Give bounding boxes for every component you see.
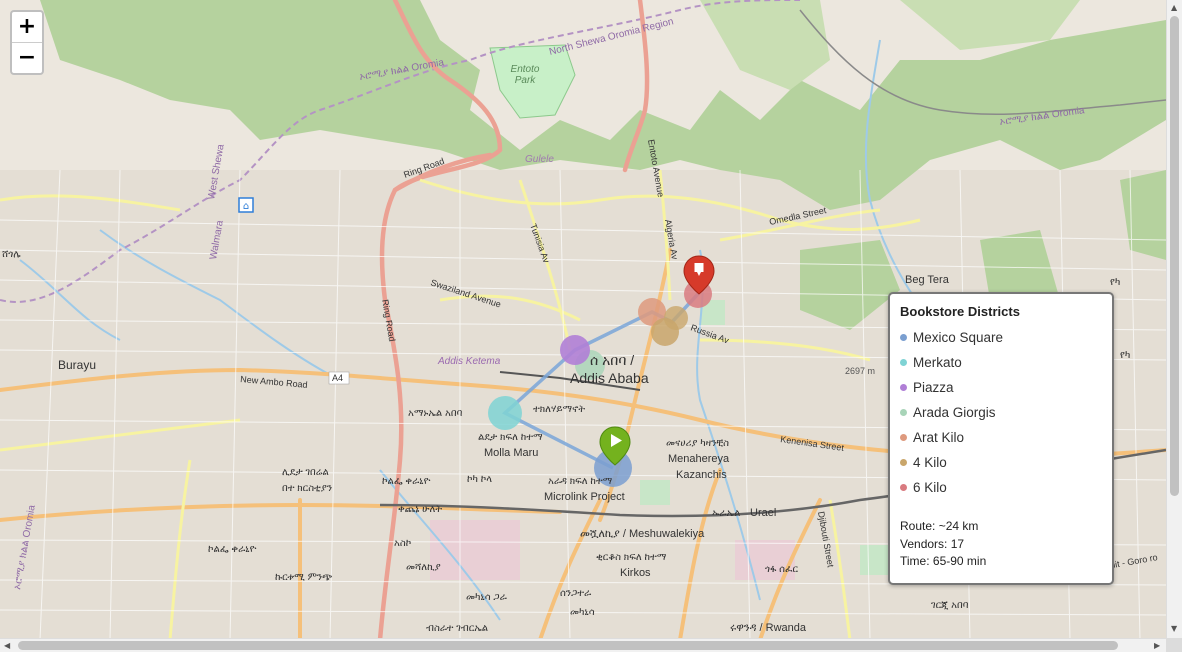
route-stat: Route: ~24 km [900, 519, 979, 533]
label-asko: አስኮ [394, 538, 412, 549]
label-kera: ቀጨኔ ሁለት [398, 504, 442, 515]
legend-item-label: Piazza [913, 380, 954, 395]
label-addis-am: ሰ አበባ / [590, 352, 634, 368]
label-addis-ketema: Addis Ketema [437, 356, 501, 367]
label-urael-am: ኡራኤል [712, 508, 740, 519]
legend-title: Bookstore Districts [900, 304, 1020, 319]
label-beg-tera: Beg Tera [905, 274, 950, 286]
label-kazanchis: Kazanchis [676, 469, 727, 481]
label-bole-rwanda: ሩዋንዳ / Rwanda [730, 622, 807, 634]
label-gulele: Gulele [525, 154, 554, 165]
legend-item-label: Arat Kilo [913, 430, 965, 445]
vertical-scrollbar[interactable]: ▲ ▼ [1166, 0, 1182, 638]
legend-stats: Route: ~24 km Vendors: 17 Time: 65-90 mi… [900, 518, 1102, 571]
label-burayu: Burayu [58, 358, 96, 372]
label-entoto-park: Entoto [511, 64, 540, 75]
time-stat: Time: 65-90 min [900, 554, 987, 568]
zoom-control: + − [10, 10, 44, 75]
legend-swatch-icon [900, 334, 907, 341]
legend-panel: Bookstore Districts Mexico Square Merkato… [888, 292, 1114, 585]
label-mesalemia: መሻለኪያ [406, 562, 441, 573]
horizontal-scrollbar[interactable]: ◀ ▶ [0, 638, 1166, 652]
legend-swatch-icon [900, 434, 907, 441]
label-elevation: 2697 m [845, 366, 875, 376]
label-menahereya-am: መናሀሪያ ካዛንቺስ [666, 438, 729, 449]
label-a4: A4 [332, 373, 343, 383]
label-kolfe-short: ኮልፌ ቀራኒዮ [382, 476, 431, 487]
label-sebeta: ሸጎሌ [2, 249, 21, 260]
legend-items: Mexico Square Merkato Piazza Arada Giorgis A… [900, 325, 1102, 500]
legend-item-label: 4 Kilo [913, 455, 947, 470]
label-kirkos-am: ቂርቆስ ክፍለ ከተማ [596, 552, 667, 563]
legend-item-label: 6 Kilo [913, 480, 947, 495]
legend-item-label: Arada Giorgis [913, 405, 996, 420]
label-sengatera: ሰንጋተራ [560, 588, 592, 599]
district-marker-4-kilo-b[interactable] [664, 306, 688, 330]
label-yeka: የካ [1110, 277, 1120, 288]
legend-item: Arat Kilo [900, 425, 1102, 450]
label-gerji: ገርጂ አበባ [931, 600, 969, 611]
label-kurkum: ኩርቱሚ ምንጭ [275, 572, 332, 583]
horizontal-scroll-thumb[interactable] [18, 641, 1118, 650]
legend-item: 6 Kilo [900, 475, 1102, 500]
label-gofa: ጎፋ ሰፈር [765, 564, 799, 575]
label-bulbula: ብስራተ ገብርኤል [426, 623, 488, 634]
legend-swatch-icon [900, 409, 907, 416]
scroll-right-icon[interactable]: ▶ [1154, 642, 1160, 650]
scroll-up-icon[interactable]: ▲ [1171, 4, 1177, 12]
legend-item-label: Merkato [913, 355, 962, 370]
legend-item-label: Mexico Square [913, 330, 1004, 345]
legend-swatch-icon [900, 384, 907, 391]
label-entoto-park-2: Park [515, 75, 537, 86]
label-meshuwalekiya: መሿለኪያ / Meshuwalekiya [580, 528, 705, 540]
label-molla-en: Molla Maru [484, 447, 538, 459]
label-lideta: ሊደታ ገበሬል [282, 467, 329, 478]
zoom-in-button[interactable]: + [12, 12, 42, 43]
vertical-scroll-thumb[interactable] [1170, 16, 1179, 496]
label-arada-am: አራዳ ክፍለ ከተማ [548, 476, 613, 487]
district-marker-merkato[interactable] [488, 396, 522, 430]
label-urael: Urael [750, 507, 776, 519]
scrollbar-corner [1166, 638, 1182, 652]
vendors-stat: Vendors: 17 [900, 536, 965, 551]
svg-text:⌂: ⌂ [243, 201, 249, 212]
legend-swatch-icon [900, 459, 907, 466]
legend-item: Mexico Square [900, 325, 1102, 350]
label-kirkos: Kirkos [620, 567, 651, 579]
label-yeka2: የካ [1120, 350, 1130, 361]
legend-item: Piazza [900, 375, 1102, 400]
label-teklehaimanot: ተክለሃይማኖት [533, 404, 585, 415]
label-molla-am: ልደታ ክፍለ ከተማ [478, 432, 543, 443]
label-bete: በተ ክርስቲያን [282, 483, 332, 494]
label-addis-en: Addis Ababa [570, 370, 649, 386]
label-microlink: Microlink Project [544, 491, 625, 503]
label-mekanisa: መካኒሳ [570, 607, 595, 618]
legend-item: 4 Kilo [900, 450, 1102, 475]
label-kolfe: ኮልፌ ቀራኒዮ [208, 544, 257, 555]
map-view[interactable]: ⌂ Entoto Park Gulele North Shewa Oromia … [0, 0, 1166, 638]
label-mexico: መካኒሳ ጋራ [466, 592, 508, 603]
scroll-down-icon[interactable]: ▼ [1171, 625, 1177, 633]
label-amanuel: አማኑኤል አበባ [408, 408, 463, 419]
poi-icon: ⌂ [238, 197, 254, 213]
district-marker-piazza[interactable] [560, 335, 590, 365]
legend-item: Arada Giorgis [900, 400, 1102, 425]
label-menahereya-en: Menahereya [668, 453, 730, 465]
scroll-left-icon[interactable]: ◀ [4, 642, 10, 650]
legend-swatch-icon [900, 484, 907, 491]
legend-item: Merkato [900, 350, 1102, 375]
legend-swatch-icon [900, 359, 907, 366]
zoom-out-button[interactable]: − [12, 43, 42, 73]
label-qera: ኮካ ኮላ [467, 474, 492, 485]
